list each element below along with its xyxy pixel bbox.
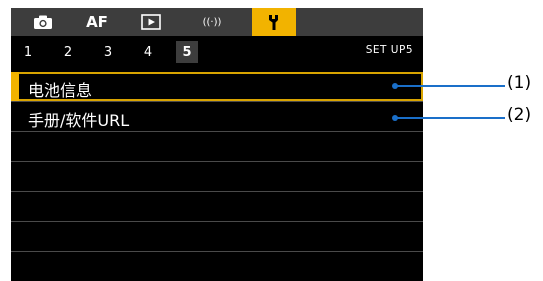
category-tab-bar: AF ((·)) (11, 8, 423, 36)
page-tab-4[interactable]: 4 (137, 41, 159, 63)
wireless-icon: ((·)) (202, 16, 222, 28)
menu-list: 电池信息 手册/软件URL (11, 72, 423, 281)
menu-item-empty (11, 222, 423, 252)
camera-menu-screen: AF ((·)) 1 2 3 4 5 SET UP5 电池信息 手册/软件URL (11, 8, 423, 281)
page-label: SET UP5 (365, 44, 413, 56)
menu-item-label: 电池信息 (28, 81, 93, 100)
menu-item-battery-info[interactable]: 电池信息 (11, 72, 423, 102)
page-tab-bar: 1 2 3 4 5 SET UP5 (11, 38, 423, 66)
page-tab-1[interactable]: 1 (17, 41, 39, 63)
tab-playback[interactable] (133, 8, 169, 36)
callout-line-2 (395, 117, 505, 119)
menu-item-empty (11, 132, 423, 162)
menu-item-label: 手册/软件URL (28, 111, 130, 130)
callout-label-1: (1) (507, 73, 532, 93)
page-tab-2[interactable]: 2 (57, 41, 79, 63)
tab-shooting[interactable] (25, 8, 61, 36)
tab-setup[interactable] (252, 8, 296, 36)
camera-icon (34, 15, 52, 29)
menu-item-empty (11, 162, 423, 192)
play-icon (141, 14, 161, 30)
menu-item-empty (11, 192, 423, 222)
tab-wireless[interactable]: ((·)) (194, 8, 230, 36)
page-tab-3[interactable]: 3 (97, 41, 119, 63)
tab-af-label: AF (86, 13, 108, 31)
callout-line-1 (395, 85, 505, 87)
tab-af[interactable]: AF (79, 8, 115, 36)
menu-item-manual-url[interactable]: 手册/软件URL (11, 102, 423, 132)
callout-label-2: (2) (507, 105, 532, 125)
page-tab-5[interactable]: 5 (176, 41, 198, 63)
menu-item-empty (11, 252, 423, 281)
wrench-icon (269, 15, 278, 30)
